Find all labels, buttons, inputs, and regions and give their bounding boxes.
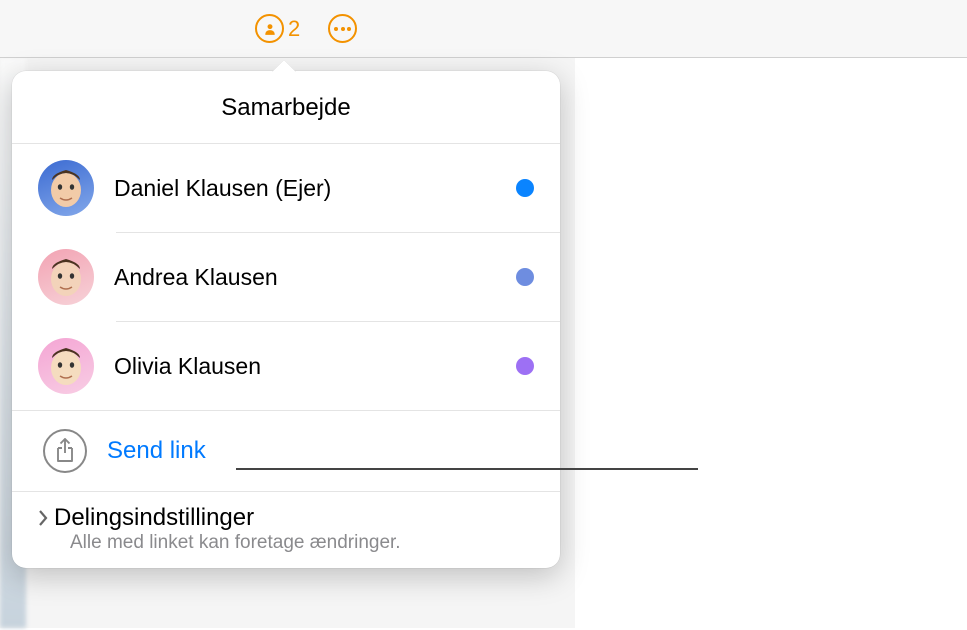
participant-row[interactable]: Olivia Klausen	[12, 322, 560, 410]
callout-line	[236, 468, 698, 470]
collab-count: 2	[288, 16, 300, 42]
participant-row[interactable]: Daniel Klausen (Ejer)	[12, 144, 560, 232]
status-dot	[516, 357, 534, 375]
participant-name: Daniel Klausen (Ejer)	[114, 175, 496, 202]
avatar	[38, 160, 94, 216]
ellipsis-icon	[334, 27, 338, 31]
settings-subtitle: Alle med linket kan foretage ændringer.	[70, 532, 534, 554]
popover-arrow	[272, 60, 296, 72]
popover-title: Samarbejde	[12, 71, 560, 144]
send-link-button[interactable]: Send link	[12, 411, 560, 491]
participant-name: Olivia Klausen	[114, 353, 496, 380]
status-dot	[516, 268, 534, 286]
share-icon	[43, 429, 87, 473]
avatar	[38, 338, 94, 394]
collaborate-popover: Samarbejde Daniel Klausen (Ejer) Andrea …	[12, 71, 560, 568]
settings-title: Delingsindstillinger	[54, 504, 254, 532]
sharing-settings-button[interactable]: Delingsindstillinger Alle med linket kan…	[12, 492, 560, 568]
toolbar: 2	[0, 0, 967, 58]
send-link-label: Send link	[107, 437, 206, 465]
person-icon	[255, 14, 284, 43]
status-dot	[516, 179, 534, 197]
more-button[interactable]	[328, 14, 357, 43]
avatar	[38, 249, 94, 305]
participant-row[interactable]: Andrea Klausen	[12, 233, 560, 321]
collaborate-button[interactable]: 2	[255, 14, 300, 43]
chevron-right-icon	[38, 510, 48, 526]
participant-name: Andrea Klausen	[114, 264, 496, 291]
